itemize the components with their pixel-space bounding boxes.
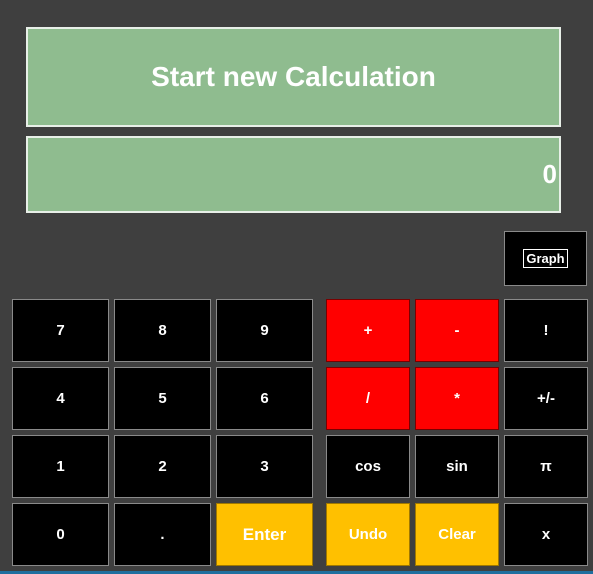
title-label: Start new Calculation bbox=[151, 61, 436, 92]
digit-5-button[interactable]: 5 bbox=[114, 367, 211, 430]
decimal-point-button[interactable]: . bbox=[114, 503, 211, 566]
factorial-button[interactable]: ! bbox=[504, 299, 588, 362]
digit-0-button[interactable]: 0 bbox=[12, 503, 109, 566]
undo-button[interactable]: Undo bbox=[326, 503, 410, 566]
plus-button[interactable]: + bbox=[326, 299, 410, 362]
digit-3-button[interactable]: 3 bbox=[216, 435, 313, 498]
minus-button[interactable]: - bbox=[415, 299, 499, 362]
divide-button[interactable]: / bbox=[326, 367, 410, 430]
variable-x-button[interactable]: x bbox=[504, 503, 588, 566]
display-value: 0 bbox=[542, 159, 557, 189]
multiply-button[interactable]: * bbox=[415, 367, 499, 430]
start-new-calculation-button[interactable]: Start new Calculation bbox=[26, 27, 561, 127]
digit-6-button[interactable]: 6 bbox=[216, 367, 313, 430]
digit-7-button[interactable]: 7 bbox=[12, 299, 109, 362]
cos-button[interactable]: cos bbox=[326, 435, 410, 498]
digit-8-button[interactable]: 8 bbox=[114, 299, 211, 362]
digit-4-button[interactable]: 4 bbox=[12, 367, 109, 430]
sign-toggle-button[interactable]: +/- bbox=[504, 367, 588, 430]
clear-button[interactable]: Clear bbox=[415, 503, 499, 566]
graph-button-label: Graph bbox=[523, 249, 568, 268]
digit-2-button[interactable]: 2 bbox=[114, 435, 211, 498]
enter-button[interactable]: Enter bbox=[216, 503, 313, 566]
sin-button[interactable]: sin bbox=[415, 435, 499, 498]
graph-button[interactable]: Graph bbox=[504, 231, 587, 286]
result-display: 0 bbox=[26, 136, 561, 213]
pi-button[interactable]: π bbox=[504, 435, 588, 498]
digit-1-button[interactable]: 1 bbox=[12, 435, 109, 498]
digit-9-button[interactable]: 9 bbox=[216, 299, 313, 362]
